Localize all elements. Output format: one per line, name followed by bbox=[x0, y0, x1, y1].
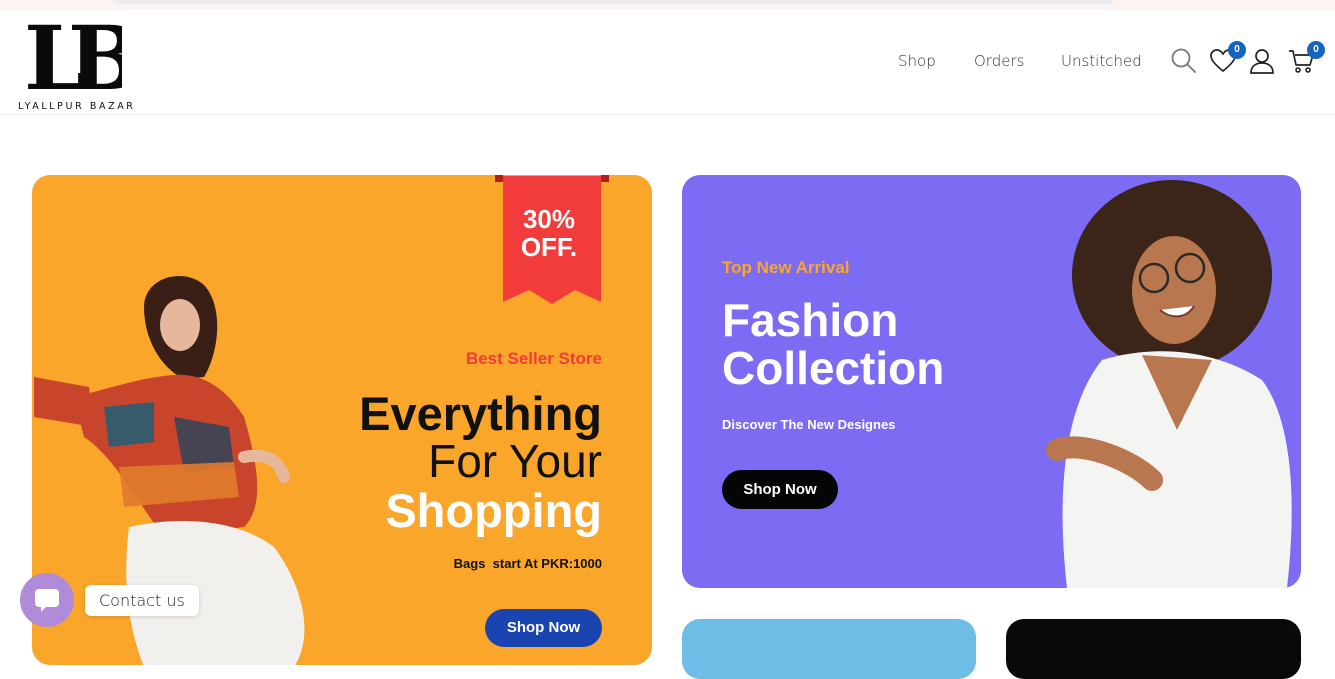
brand-logo[interactable]: LB LYALLPUR BAZAR bbox=[18, 13, 133, 113]
cart-count-badge: 0 bbox=[1307, 41, 1325, 59]
model-woman-curly-hair-image bbox=[1046, 180, 1292, 588]
promo-banner-black[interactable] bbox=[1006, 619, 1301, 679]
wishlist-count-badge: 0 bbox=[1228, 41, 1246, 59]
contact-us-label[interactable]: Contact us bbox=[85, 585, 199, 616]
wishlist-heart-icon[interactable]: 0 bbox=[1209, 41, 1246, 75]
chat-bubble-icon bbox=[35, 589, 59, 612]
heading-line-collection: Collection bbox=[722, 342, 945, 394]
browser-top-strip bbox=[0, 0, 1335, 10]
address-bar-edge bbox=[112, 0, 1114, 4]
nav-orders[interactable]: Orders bbox=[974, 52, 1024, 70]
discount-percent: 30% bbox=[522, 204, 576, 234]
heading-line-fashion: Fashion bbox=[722, 294, 899, 346]
nav-shop[interactable]: Shop bbox=[898, 52, 936, 70]
shop-now-button-left[interactable]: Shop Now bbox=[485, 609, 602, 647]
site-header: LB LYALLPUR BAZAR Shop Orders Unstitched… bbox=[0, 10, 1335, 115]
best-seller-subtitle: Best Seller Store bbox=[465, 349, 602, 368]
banner-heading-line3: Shopping bbox=[385, 484, 602, 537]
top-new-arrival-subtitle: Top New Arrival bbox=[722, 258, 850, 277]
banner-heading-line1: Everything bbox=[359, 387, 602, 440]
discount-ribbon-text: 30% OFF. bbox=[500, 205, 598, 261]
svg-text:LB: LB bbox=[24, 13, 122, 101]
banner-heading-line2: For Your bbox=[428, 435, 602, 487]
shop-now-button-right[interactable]: Shop Now bbox=[722, 470, 838, 509]
bags-price-note: Bags start At PKR:1000 bbox=[453, 556, 602, 571]
lb-monogram-icon: LB bbox=[24, 13, 122, 101]
brand-name: LYALLPUR BAZAR bbox=[18, 101, 136, 112]
promo-banner-blue[interactable] bbox=[682, 619, 976, 679]
fashion-collection-heading: Fashion Collection bbox=[722, 296, 944, 392]
search-icon[interactable] bbox=[1170, 47, 1198, 75]
contact-chat-button[interactable] bbox=[20, 573, 74, 627]
nav-unstitched[interactable]: Unstitched bbox=[1061, 52, 1142, 70]
discover-designs-note: Discover The New Designes bbox=[722, 417, 896, 432]
account-user-icon[interactable] bbox=[1248, 47, 1276, 75]
discount-off: OFF. bbox=[520, 232, 578, 262]
cart-icon[interactable]: 0 bbox=[1288, 41, 1325, 75]
